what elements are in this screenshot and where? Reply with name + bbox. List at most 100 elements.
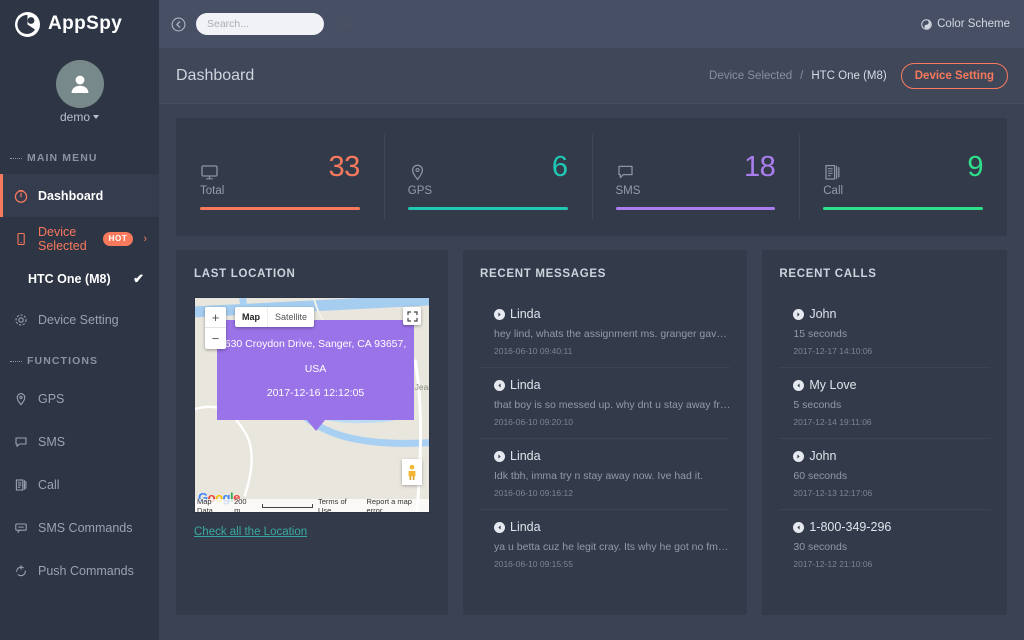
map-scale-bar (262, 504, 313, 508)
mobile-phone-icon (13, 232, 28, 246)
stat-total: 33 Total (176, 140, 384, 210)
message-time: 2016-06-10 09:40:11 (494, 346, 730, 356)
map-zoom-in-button[interactable]: + (205, 307, 226, 328)
check-all-location-link[interactable]: Check all the Location (194, 526, 430, 538)
map-terms-link[interactable]: Terms of Use (318, 497, 362, 514)
list-item[interactable]: Linda ya u betta cuz he legit cray. Its … (480, 510, 730, 580)
panel-recent-calls: RECENT CALLS John 15 seconds 2017-12-17 … (762, 250, 1007, 615)
brand[interactable]: AppSpy (0, 0, 159, 48)
search-input[interactable] (207, 18, 342, 30)
sidebar-subitem-label: HTC One (M8) (28, 272, 111, 286)
call-contact: John (793, 449, 990, 463)
profile: demo (0, 48, 159, 138)
call-contact-name: 1-800-349-296 (809, 520, 891, 534)
message-sender: Linda (494, 307, 730, 321)
list-item[interactable]: Linda Idk tbh, imma try n stay away now.… (480, 439, 730, 510)
list-item[interactable]: John 15 seconds 2017-12-17 14:10:06 (779, 297, 990, 368)
gear-icon (13, 313, 28, 327)
sms-commands-icon (13, 521, 28, 535)
message-sender-name: Linda (510, 449, 541, 463)
sidebar-item-label: SMS Commands (38, 521, 132, 535)
list-item[interactable]: Linda that boy is so messed up. why dnt … (480, 368, 730, 439)
dashboard-panels: LAST LOCATION Boucher Ferme St-Jean (176, 250, 1007, 615)
list-item[interactable]: My Love 5 seconds 2017-12-14 19:11:06 (779, 368, 990, 439)
sidebar-subitem-htc-one-m8[interactable]: HTC One (M8) ✔ (0, 260, 159, 298)
map-widget[interactable]: Boucher Ferme St-Jean 630 Croydon Drive,… (194, 297, 430, 513)
sidebar-item-device-selected[interactable]: Device Selected HOT › (0, 217, 159, 260)
brand-name: AppSpy (48, 13, 122, 35)
stat-sms: 18 SMS (592, 140, 800, 210)
avatar[interactable] (56, 60, 104, 108)
list-item[interactable]: 1-800-349-296 30 seconds 2017-12-12 21:1… (779, 510, 990, 580)
direction-outgoing-icon (494, 451, 505, 462)
call-time: 2017-12-17 14:10:06 (793, 346, 990, 356)
dashboard-content: 33 Total 6 GPS (159, 104, 1024, 615)
stat-bar (408, 207, 568, 210)
profile-name-row[interactable]: demo (60, 108, 99, 126)
message-body: that boy is so messed up. why dnt u stay… (494, 399, 730, 411)
color-scheme-icon (921, 19, 932, 30)
list-item[interactable]: John 60 seconds 2017-12-13 12:17:06 (779, 439, 990, 510)
sidebar-item-label: Device Selected (38, 225, 91, 253)
monitor-icon (200, 163, 219, 182)
call-contact-name: John (809, 307, 836, 321)
call-log-icon (823, 163, 842, 182)
stat-label: GPS (408, 185, 568, 197)
sidebar-item-label: Dashboard (38, 189, 103, 203)
stat-call: 9 Call (799, 140, 1007, 210)
map-attribution: Map Data 200 m Terms of Use Report a map… (195, 499, 429, 512)
map-report-error-link[interactable]: Report a map error (367, 497, 429, 514)
breadcrumb-parent[interactable]: Device Selected (709, 70, 792, 82)
call-duration: 30 seconds (793, 541, 990, 553)
speech-bubble-icon (616, 163, 635, 182)
color-scheme-button[interactable]: Color Scheme (921, 18, 1010, 30)
message-time: 2016-06-10 09:15:55 (494, 559, 730, 569)
panel-title: LAST LOCATION (194, 268, 430, 280)
map-type-satellite-button[interactable]: Satellite (267, 307, 314, 327)
list-item[interactable]: Linda hey lind, whats the assignment ms.… (480, 297, 730, 368)
direction-outgoing-icon (793, 451, 804, 462)
app-root: AppSpy demo MAIN MENU Dashboard (0, 0, 1024, 640)
sidebar-item-gps[interactable]: GPS (0, 377, 159, 420)
dash-decor (10, 158, 22, 159)
breadcrumb: Device Selected / HTC One (M8) Device Se… (709, 63, 1008, 89)
chevron-right-icon: › (143, 233, 147, 245)
sidebar-item-dashboard[interactable]: Dashboard (0, 174, 159, 217)
stat-label: SMS (616, 185, 776, 197)
appspy-logo-icon (14, 11, 41, 38)
sidebar: AppSpy demo MAIN MENU Dashboard (0, 0, 159, 640)
dash-decor (10, 361, 22, 362)
call-contact: My Love (793, 378, 990, 392)
map-info-timestamp: 2017-12-16 12:12:05 (223, 381, 408, 406)
street-view-pegman-icon[interactable] (402, 459, 422, 485)
message-sender-name: Linda (510, 520, 541, 534)
message-body: ya u betta cuz he legit cray. Its why he… (494, 541, 730, 553)
collapse-left-icon[interactable] (171, 17, 186, 32)
sidebar-item-sms[interactable]: SMS (0, 420, 159, 463)
message-sender-name: Linda (510, 378, 541, 392)
sidebar-item-label: GPS (38, 392, 64, 406)
sidebar-item-call[interactable]: Call (0, 463, 159, 506)
sidebar-item-sms-commands[interactable]: SMS Commands (0, 506, 159, 549)
sidebar-item-push-commands[interactable]: Push Commands (0, 549, 159, 592)
fullscreen-icon[interactable] (403, 307, 421, 325)
map-type-map-button[interactable]: Map (235, 307, 267, 327)
stat-value: 9 (967, 153, 983, 182)
check-icon: ✔ (133, 271, 144, 287)
sidebar-item-label: Call (38, 478, 60, 492)
stat-value: 6 (552, 153, 568, 182)
direction-outgoing-icon (494, 309, 505, 320)
main-area: Color Scheme Dashboard Device Selected /… (159, 0, 1024, 640)
sidebar-item-label: Push Commands (38, 564, 134, 578)
search-icon[interactable] (342, 19, 353, 30)
profile-name: demo (60, 110, 90, 124)
sidebar-item-device-setting[interactable]: Device Setting (0, 298, 159, 341)
map-zoom-controls[interactable]: + − (205, 307, 226, 349)
search-box[interactable] (196, 13, 324, 35)
map-zoom-out-button[interactable]: − (205, 328, 226, 349)
call-duration: 5 seconds (793, 399, 990, 411)
panel-recent-messages: RECENT MESSAGES Linda hey lind, whats th… (463, 250, 747, 615)
device-setting-button[interactable]: Device Setting (901, 63, 1008, 89)
map-type-toggle[interactable]: Map Satellite (235, 307, 314, 327)
stats-card: 33 Total 6 GPS (176, 118, 1007, 236)
